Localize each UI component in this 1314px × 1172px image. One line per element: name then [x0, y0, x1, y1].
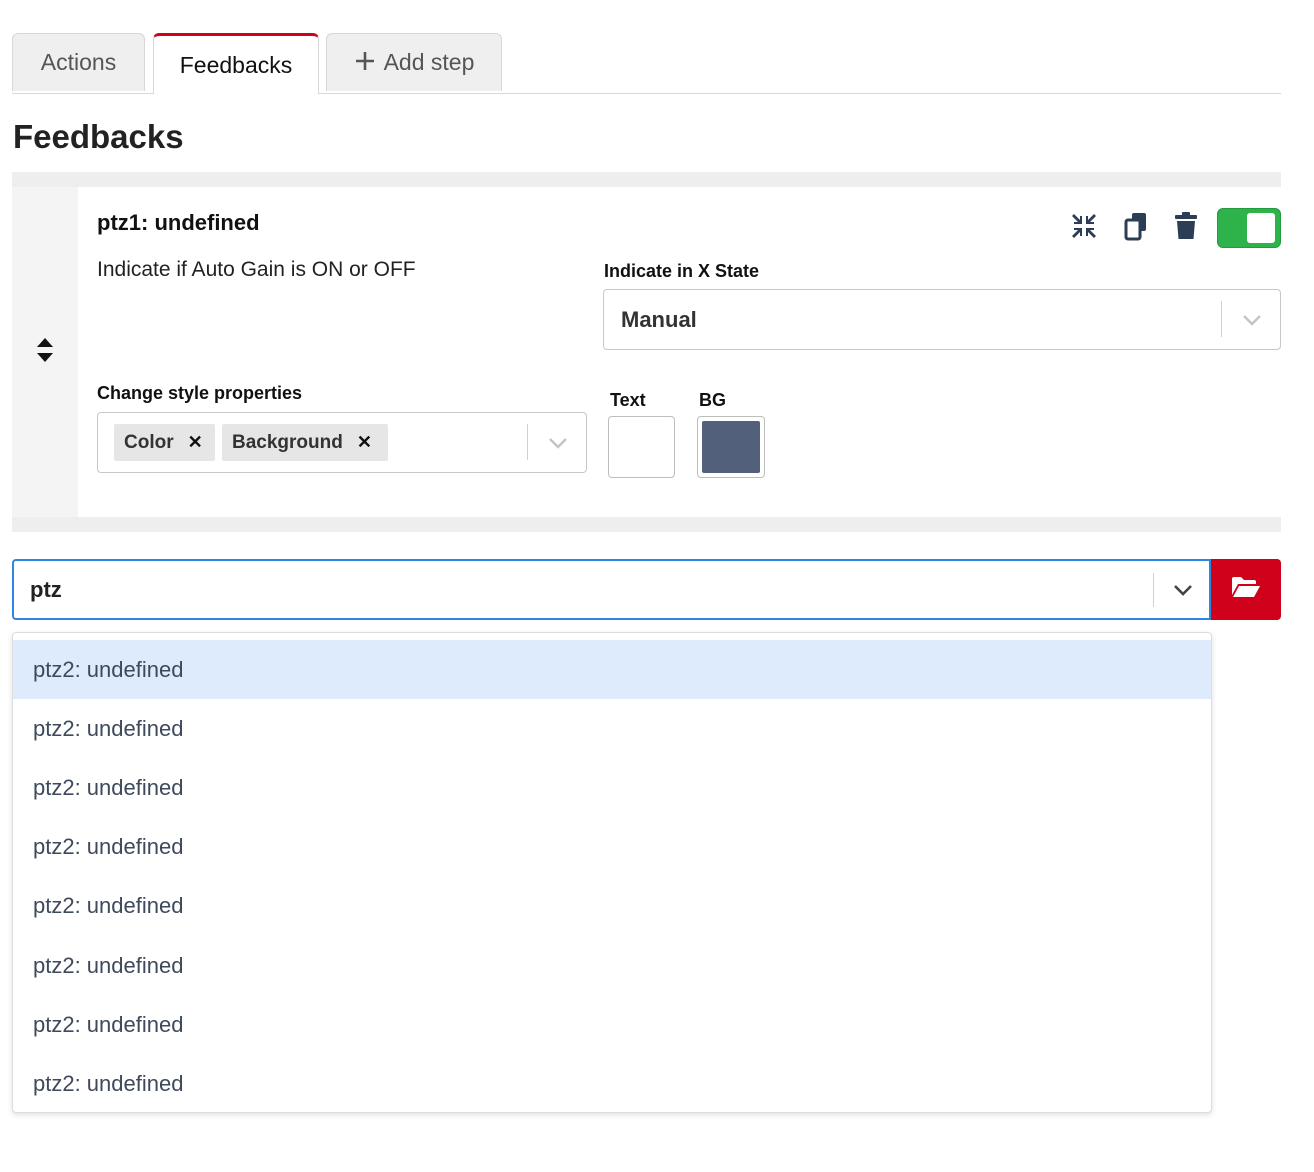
chip-background-label: Background	[232, 431, 343, 453]
option-item[interactable]: ptz2: undefined	[13, 936, 1211, 995]
remove-chip-icon[interactable]: ✕	[188, 432, 203, 453]
chip-background: Background ✕	[222, 424, 388, 461]
chevron-down-icon[interactable]	[528, 413, 588, 472]
trash-icon	[1173, 211, 1199, 246]
tab-feedbacks[interactable]: Feedbacks	[153, 33, 319, 94]
chevron-down-icon[interactable]	[1154, 561, 1211, 618]
feedback-name: ptz1: undefined	[97, 210, 260, 235]
feedback-search-input[interactable]	[30, 569, 1130, 611]
state-select[interactable]: Manual	[603, 289, 1281, 350]
style-properties-label: Change style properties	[97, 383, 303, 403]
enable-toggle[interactable]	[1217, 208, 1281, 248]
copy-icon	[1122, 211, 1150, 246]
tab-actions[interactable]: Actions	[12, 33, 145, 91]
tab-add-step[interactable]: Add step	[326, 33, 502, 91]
browse-feedbacks-button[interactable]	[1211, 559, 1281, 620]
delete-button[interactable]	[1170, 211, 1202, 246]
feedback-description: Indicate if Auto Gain is ON or OFF	[97, 258, 416, 281]
folder-open-icon	[1231, 575, 1261, 604]
copy-button[interactable]	[1120, 212, 1152, 244]
chip-color-label: Color	[124, 431, 174, 453]
remove-chip-icon[interactable]: ✕	[357, 432, 372, 453]
bg-color-swatch[interactable]	[697, 416, 765, 478]
plus-icon	[354, 48, 376, 78]
state-label: Indicate in X State	[604, 261, 760, 281]
option-item[interactable]: ptz2: undefined	[13, 877, 1211, 936]
feedback-options-menu: ptz2: undefined ptz2: undefined ptz2: un…	[12, 632, 1212, 1113]
option-item[interactable]: ptz2: undefined	[13, 699, 1211, 758]
option-item[interactable]: ptz2: undefined	[13, 758, 1211, 817]
drag-handle[interactable]	[12, 187, 78, 517]
feedback-search-select[interactable]	[12, 559, 1211, 620]
card-bottom-bar	[12, 517, 1281, 532]
state-select-value: Manual	[621, 306, 697, 332]
collapse-button[interactable]	[1068, 212, 1100, 244]
tab-feedbacks-label: Feedbacks	[179, 51, 293, 78]
text-color-label: Text	[610, 390, 646, 410]
chevron-down-icon[interactable]	[1222, 290, 1282, 349]
page-title: Feedbacks	[13, 118, 184, 155]
tab-add-step-label: Add step	[383, 49, 475, 75]
option-item[interactable]: ptz2: undefined	[13, 640, 1211, 700]
style-properties-select[interactable]: Color ✕ Background ✕	[97, 412, 587, 473]
chip-color: Color ✕	[114, 424, 215, 461]
toggle-knob	[1247, 213, 1275, 243]
tab-actions-label: Actions	[40, 49, 117, 75]
option-item[interactable]: ptz2: undefined	[13, 995, 1211, 1054]
sort-icon	[36, 337, 54, 368]
option-item[interactable]: ptz2: undefined	[13, 818, 1211, 877]
tab-bar: Actions Feedbacks Add step	[12, 33, 1281, 94]
bg-color-fill	[702, 421, 760, 473]
text-color-swatch[interactable]	[608, 416, 675, 478]
bg-color-label: BG	[699, 390, 726, 410]
option-item[interactable]: ptz2: undefined	[13, 1054, 1211, 1113]
card-top-bar	[12, 172, 1281, 187]
collapse-icon	[1070, 212, 1098, 245]
